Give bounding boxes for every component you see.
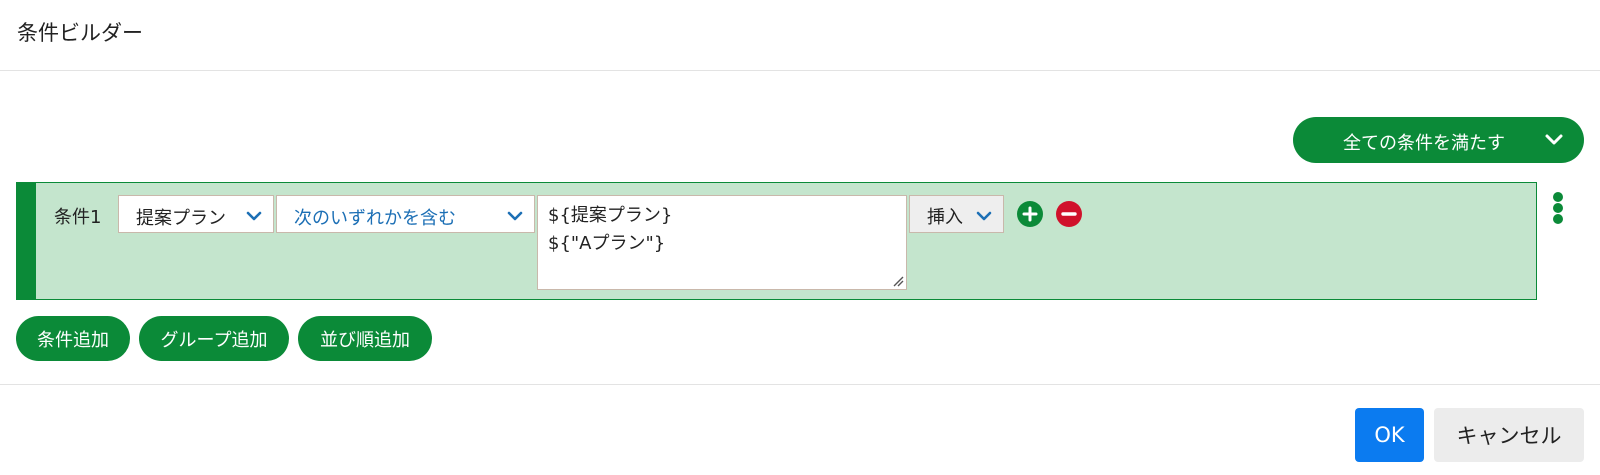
field-select-value: 提案プラン bbox=[136, 208, 226, 229]
minus-icon bbox=[1061, 212, 1077, 216]
condition-drag-handle[interactable] bbox=[17, 183, 36, 299]
value-line: ${提案プラン} bbox=[548, 205, 673, 226]
plus-icon bbox=[1022, 206, 1038, 222]
insert-button[interactable]: 挿入 bbox=[909, 195, 1004, 233]
dialog-title: 条件ビルダー bbox=[17, 21, 143, 45]
more-options-icon[interactable] bbox=[1548, 190, 1568, 226]
operator-select[interactable]: 次のいずれかを含む bbox=[276, 195, 535, 233]
kebab-dot bbox=[1553, 203, 1563, 213]
chevron-down-icon bbox=[507, 211, 523, 221]
match-mode-select[interactable]: 全ての条件を満たす bbox=[1293, 117, 1584, 163]
field-select[interactable]: 提案プラン bbox=[118, 195, 274, 233]
operator-select-value: 次のいずれかを含む bbox=[294, 208, 456, 229]
remove-condition-icon[interactable] bbox=[1056, 201, 1082, 227]
condition-name: 条件1 bbox=[54, 207, 102, 228]
value-line: ${"Aプラン"} bbox=[548, 233, 666, 254]
value-textarea[interactable]: ${提案プラン} ${"Aプラン"} bbox=[537, 195, 907, 290]
footer-divider bbox=[0, 384, 1600, 385]
chevron-down-icon bbox=[1545, 134, 1563, 145]
resize-handle-icon[interactable] bbox=[892, 275, 904, 287]
add-group-button[interactable]: グループ追加 bbox=[139, 316, 289, 361]
chevron-down-icon bbox=[976, 211, 992, 221]
add-condition-button[interactable]: 条件追加 bbox=[16, 316, 130, 361]
ok-button[interactable]: OK bbox=[1355, 408, 1424, 462]
cancel-button[interactable]: キャンセル bbox=[1434, 408, 1584, 462]
add-condition-icon[interactable] bbox=[1017, 201, 1043, 227]
chevron-down-icon bbox=[246, 211, 262, 221]
condition-row: 条件1 提案プラン 次のいずれかを含む ${提案プラン} ${"Aプラン"} 挿… bbox=[16, 182, 1537, 300]
dialog-header: 条件ビルダー bbox=[0, 0, 1600, 71]
insert-button-label: 挿入 bbox=[927, 207, 963, 228]
add-sort-button[interactable]: 並び順追加 bbox=[298, 316, 432, 361]
kebab-dot bbox=[1553, 192, 1563, 202]
kebab-dot bbox=[1553, 214, 1563, 224]
match-mode-label: 全ての条件を満たす bbox=[1343, 133, 1505, 154]
